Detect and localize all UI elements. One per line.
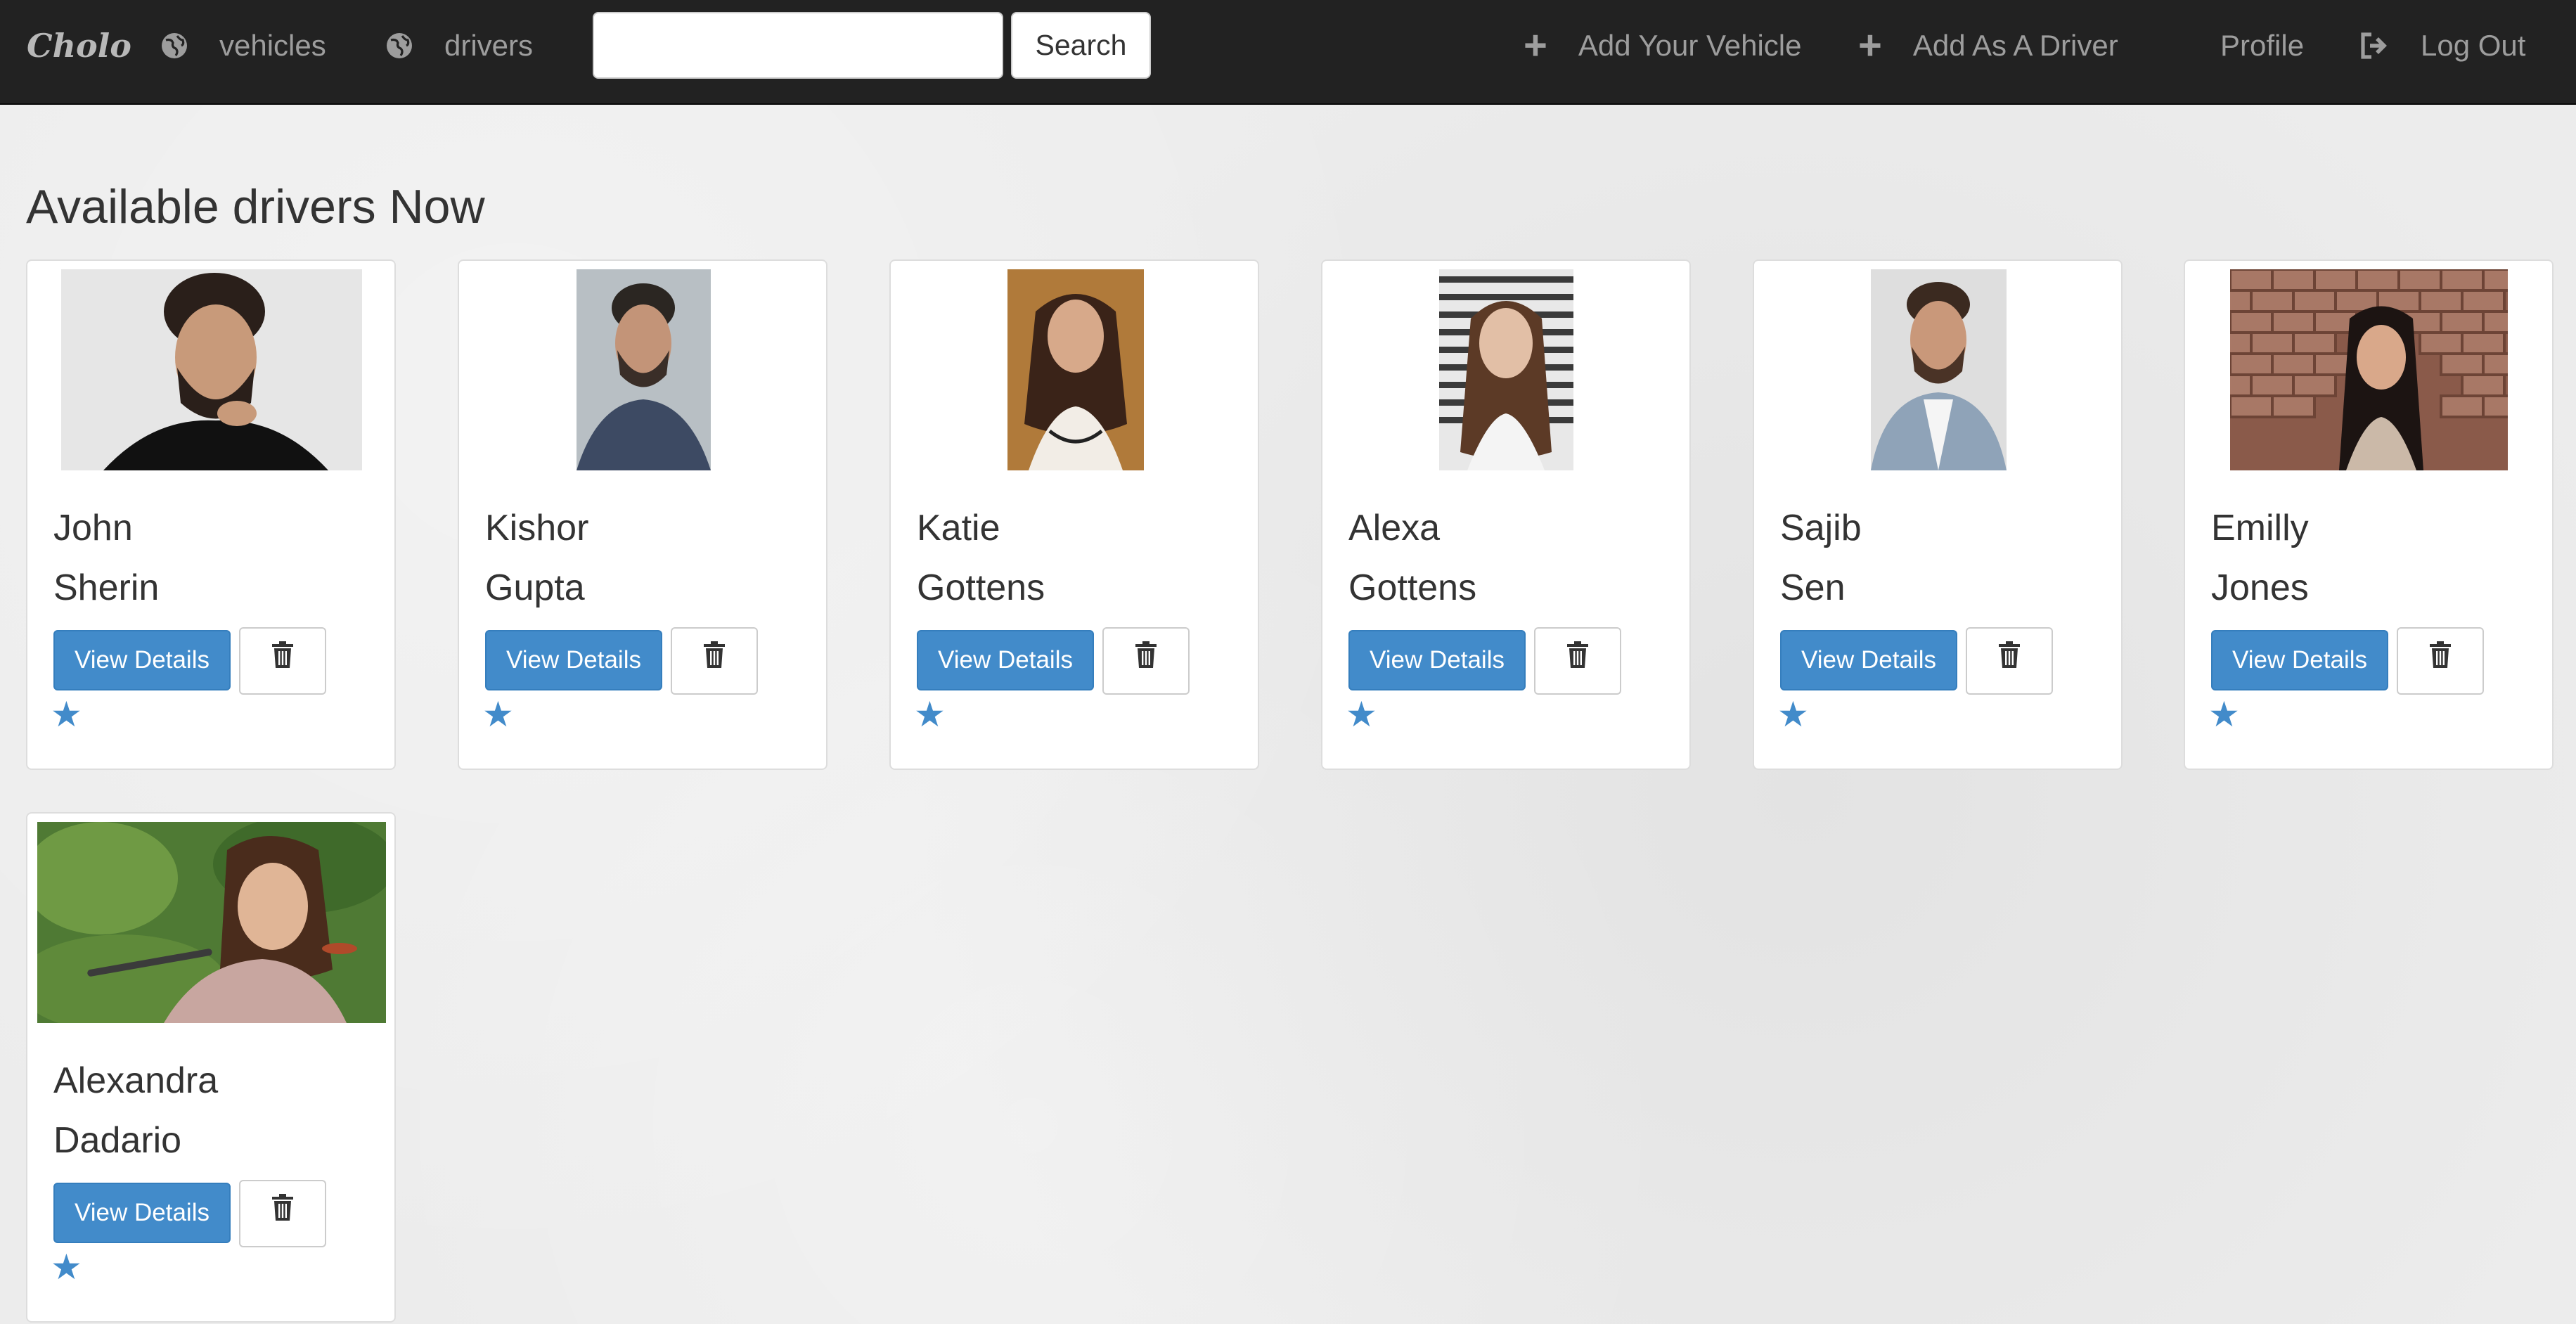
driver-card: John Sherin View Details ★	[26, 259, 396, 770]
view-details-button[interactable]: View Details	[485, 630, 662, 690]
driver-last-name: Sen	[1780, 567, 1846, 608]
driver-first-name: Sajib	[1780, 508, 1862, 548]
nav-add-vehicle-label: Add Your Vehicle	[1578, 29, 1802, 62]
nav-logout[interactable]: Log Out	[2359, 0, 2525, 91]
trash-icon	[272, 1194, 293, 1221]
driver-first-name: Katie	[917, 508, 1000, 548]
star-icon: ★	[51, 695, 82, 734]
star-icon: ★	[482, 695, 514, 734]
view-details-button[interactable]: View Details	[917, 630, 1094, 690]
nav-vehicles-label: vehicles	[219, 29, 326, 62]
trash-icon	[272, 641, 293, 668]
driver-photo	[1439, 269, 1573, 470]
trash-icon	[1135, 641, 1157, 668]
star-icon: ★	[1777, 695, 1809, 734]
globe-icon	[385, 32, 413, 60]
driver-first-name: John	[53, 508, 133, 548]
star-icon: ★	[914, 695, 946, 734]
driver-photo	[61, 269, 362, 470]
plus-icon: +	[1858, 23, 1882, 68]
nav-add-driver-label: Add As A Driver	[1912, 29, 2118, 62]
view-details-button[interactable]: View Details	[53, 630, 231, 690]
driver-first-name: Alexa	[1348, 508, 1441, 548]
driver-first-name: Emilly	[2211, 508, 2309, 548]
driver-last-name: Sherin	[53, 567, 160, 608]
trash-icon	[1999, 641, 2020, 668]
driver-last-name: Gottens	[1348, 567, 1477, 608]
plus-icon: +	[1524, 23, 1547, 68]
brand-logo[interactable]: Cholo	[27, 0, 131, 91]
delete-button[interactable]	[239, 627, 326, 695]
delete-button[interactable]	[1966, 627, 2053, 695]
view-details-button[interactable]: View Details	[53, 1183, 231, 1243]
nav-drivers-label: drivers	[444, 29, 534, 62]
star-icon: ★	[2208, 695, 2240, 734]
driver-last-name: Gupta	[485, 567, 585, 608]
driver-card: Emilly Jones View Details ★	[2184, 259, 2554, 770]
nav-add-vehicle[interactable]: + Add Your Vehicle	[1524, 0, 1801, 91]
delete-button[interactable]	[1102, 627, 1190, 695]
nav-add-driver[interactable]: + Add As A Driver	[1858, 0, 2118, 91]
driver-last-name: Gottens	[917, 567, 1045, 608]
delete-button[interactable]	[671, 627, 758, 695]
view-details-button[interactable]: View Details	[2211, 630, 2388, 690]
driver-photo	[1871, 269, 2007, 470]
driver-photo	[1007, 269, 1144, 470]
delete-button[interactable]	[2397, 627, 2484, 695]
driver-card: Kishor Gupta View Details ★	[458, 259, 827, 770]
search-button[interactable]: Search	[1011, 12, 1151, 79]
driver-photo	[2230, 269, 2508, 470]
trash-icon	[2430, 641, 2451, 668]
trash-icon	[704, 641, 725, 668]
nav-logout-label: Log Out	[2421, 29, 2526, 62]
star-icon: ★	[51, 1247, 82, 1287]
driver-first-name: Alexandra	[53, 1060, 219, 1101]
driver-photo	[37, 822, 386, 1023]
page-title: Available drivers Now	[26, 180, 485, 233]
top-navbar: Cholo vehicles drivers Search + Add Your…	[0, 0, 2576, 105]
driver-card: Alexa Gottens View Details ★	[1321, 259, 1691, 770]
driver-photo	[577, 269, 711, 470]
search-input[interactable]	[593, 12, 1003, 79]
star-icon: ★	[1346, 695, 1377, 734]
driver-card: Sajib Sen View Details ★	[1753, 259, 2123, 770]
nav-drivers[interactable]: drivers	[385, 0, 533, 91]
nav-profile[interactable]: Profile	[2220, 0, 2304, 91]
nav-vehicles[interactable]: vehicles	[160, 0, 326, 91]
driver-card: Katie Gottens View Details ★	[889, 259, 1259, 770]
view-details-button[interactable]: View Details	[1780, 630, 1957, 690]
view-details-button[interactable]: View Details	[1348, 630, 1526, 690]
globe-icon	[160, 32, 188, 60]
driver-last-name: Dadario	[53, 1120, 182, 1161]
driver-card: Alexandra Dadario View Details ★	[26, 812, 396, 1323]
delete-button[interactable]	[1534, 627, 1621, 695]
driver-last-name: Jones	[2211, 567, 2309, 608]
delete-button[interactable]	[239, 1180, 326, 1247]
driver-first-name: Kishor	[485, 508, 589, 548]
logout-icon	[2359, 30, 2390, 61]
trash-icon	[1567, 641, 1588, 668]
